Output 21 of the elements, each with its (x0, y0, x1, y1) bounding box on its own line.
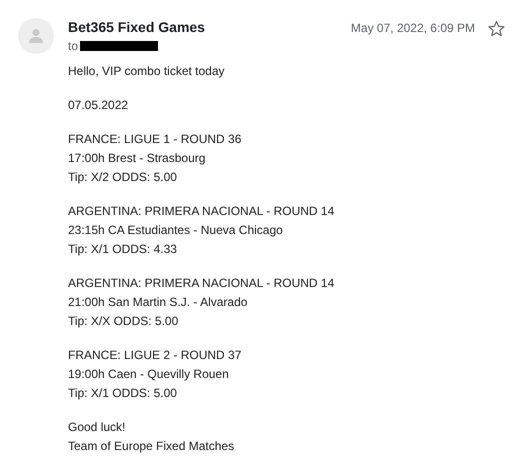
email-text-line: 17:00h Brest - Strasbourg (68, 150, 206, 167)
star-icon[interactable] (487, 19, 505, 37)
email-text-line: 21:00h San Martin S.J. - Alvarado (68, 294, 248, 311)
sender-name: Bet365 Fixed Games (68, 18, 206, 36)
email-text-line: Tip: X/1 ODDS: 4.33 (68, 241, 177, 258)
recipient-label: to (68, 38, 78, 54)
email-text-line: 07.05.2022 (68, 97, 128, 114)
email-text-line: FRANCE: LIGUE 1 - ROUND 36 (68, 131, 242, 148)
email-text-line: 19:00h Caen - Quevilly Rouen (68, 366, 229, 383)
person-icon (28, 28, 44, 44)
email-text-line: Tip: X/X ODDS: 5.00 (68, 313, 178, 330)
email-text-line: 23:15h CA Estudiantes - Nueva Chicago (68, 222, 283, 239)
email-text-line: Tip: X/2 ODDS: 5.00 (68, 169, 177, 186)
email-text-line: ARGENTINA: PRIMERA NACIONAL - ROUND 14 (68, 275, 334, 292)
email-text-line: ARGENTINA: PRIMERA NACIONAL - ROUND 14 (68, 203, 334, 220)
email-text-line: Tip: X/1 ODDS: 5.00 (68, 385, 177, 402)
email-text-line: Hello, VIP combo ticket today (68, 63, 225, 80)
email-text-line: Team of Europe Fixed Matches (68, 438, 234, 455)
email-date: May 07, 2022, 6:09 PM (350, 20, 475, 37)
email-text-line: FRANCE: LIGUE 2 - ROUND 37 (68, 347, 242, 364)
email-text-line: Good luck! (68, 419, 126, 436)
